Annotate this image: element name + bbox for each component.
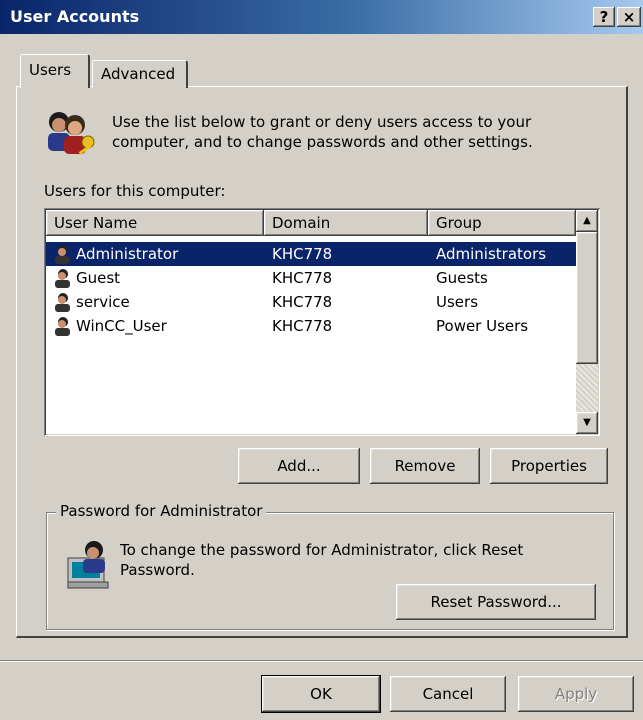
- properties-button[interactable]: Properties: [490, 448, 608, 484]
- table-row[interactable]: WinCC_User KHC778 Power Users: [46, 314, 576, 338]
- table-row[interactable]: service KHC778 Users: [46, 290, 576, 314]
- tab-advanced[interactable]: Advanced: [92, 60, 188, 88]
- column-header-domain[interactable]: Domain: [264, 210, 428, 236]
- user-name: WinCC_User: [76, 317, 167, 335]
- remove-button[interactable]: Remove: [370, 448, 480, 484]
- user-domain: KHC778: [272, 293, 333, 311]
- cancel-button[interactable]: Cancel: [390, 676, 506, 712]
- intro-text: Use the list below to grant or deny user…: [112, 113, 533, 151]
- window-title: User Accounts: [10, 7, 140, 26]
- user-group: Guests: [436, 269, 488, 287]
- user-name: Guest: [76, 269, 121, 287]
- list-label: Users for this computer:: [44, 182, 226, 200]
- ok-button[interactable]: OK: [262, 676, 380, 712]
- scrollbar-thumb[interactable]: [576, 232, 598, 364]
- computer-user-icon: [64, 538, 116, 590]
- user-domain: KHC778: [272, 317, 333, 335]
- password-instructions: To change the password for Administrator…: [120, 541, 524, 579]
- close-button[interactable]: ×: [617, 7, 641, 27]
- user-name: Administrator: [76, 245, 179, 263]
- scroll-down-button[interactable]: ▼: [576, 412, 598, 434]
- footer-separator: [0, 660, 643, 662]
- user-group: Users: [436, 293, 479, 311]
- tab-users[interactable]: Users: [20, 54, 90, 88]
- reset-password-button[interactable]: Reset Password...: [396, 584, 596, 620]
- table-row[interactable]: Guest KHC778 Guests: [46, 266, 576, 290]
- help-button[interactable]: ?: [593, 7, 615, 27]
- password-groupbox-title: Password for Administrator: [56, 502, 267, 520]
- apply-button[interactable]: Apply: [518, 676, 634, 712]
- add-button[interactable]: Add...: [238, 448, 360, 484]
- column-header-group[interactable]: Group: [428, 210, 576, 236]
- users-keys-icon: [42, 108, 100, 160]
- column-header-user-name[interactable]: User Name: [46, 210, 264, 236]
- users-listview[interactable]: User Name Domain Group ▲ ▼ Administrator…: [44, 208, 600, 436]
- user-domain: KHC778: [272, 269, 333, 287]
- user-name: service: [76, 293, 130, 311]
- user-domain: KHC778: [272, 245, 333, 263]
- user-icon: [52, 314, 72, 343]
- user-group: Administrators: [436, 245, 547, 263]
- scroll-up-button[interactable]: ▲: [576, 210, 598, 232]
- table-row[interactable]: Administrator KHC778 Administrators: [46, 242, 576, 266]
- user-group: Power Users: [436, 317, 529, 335]
